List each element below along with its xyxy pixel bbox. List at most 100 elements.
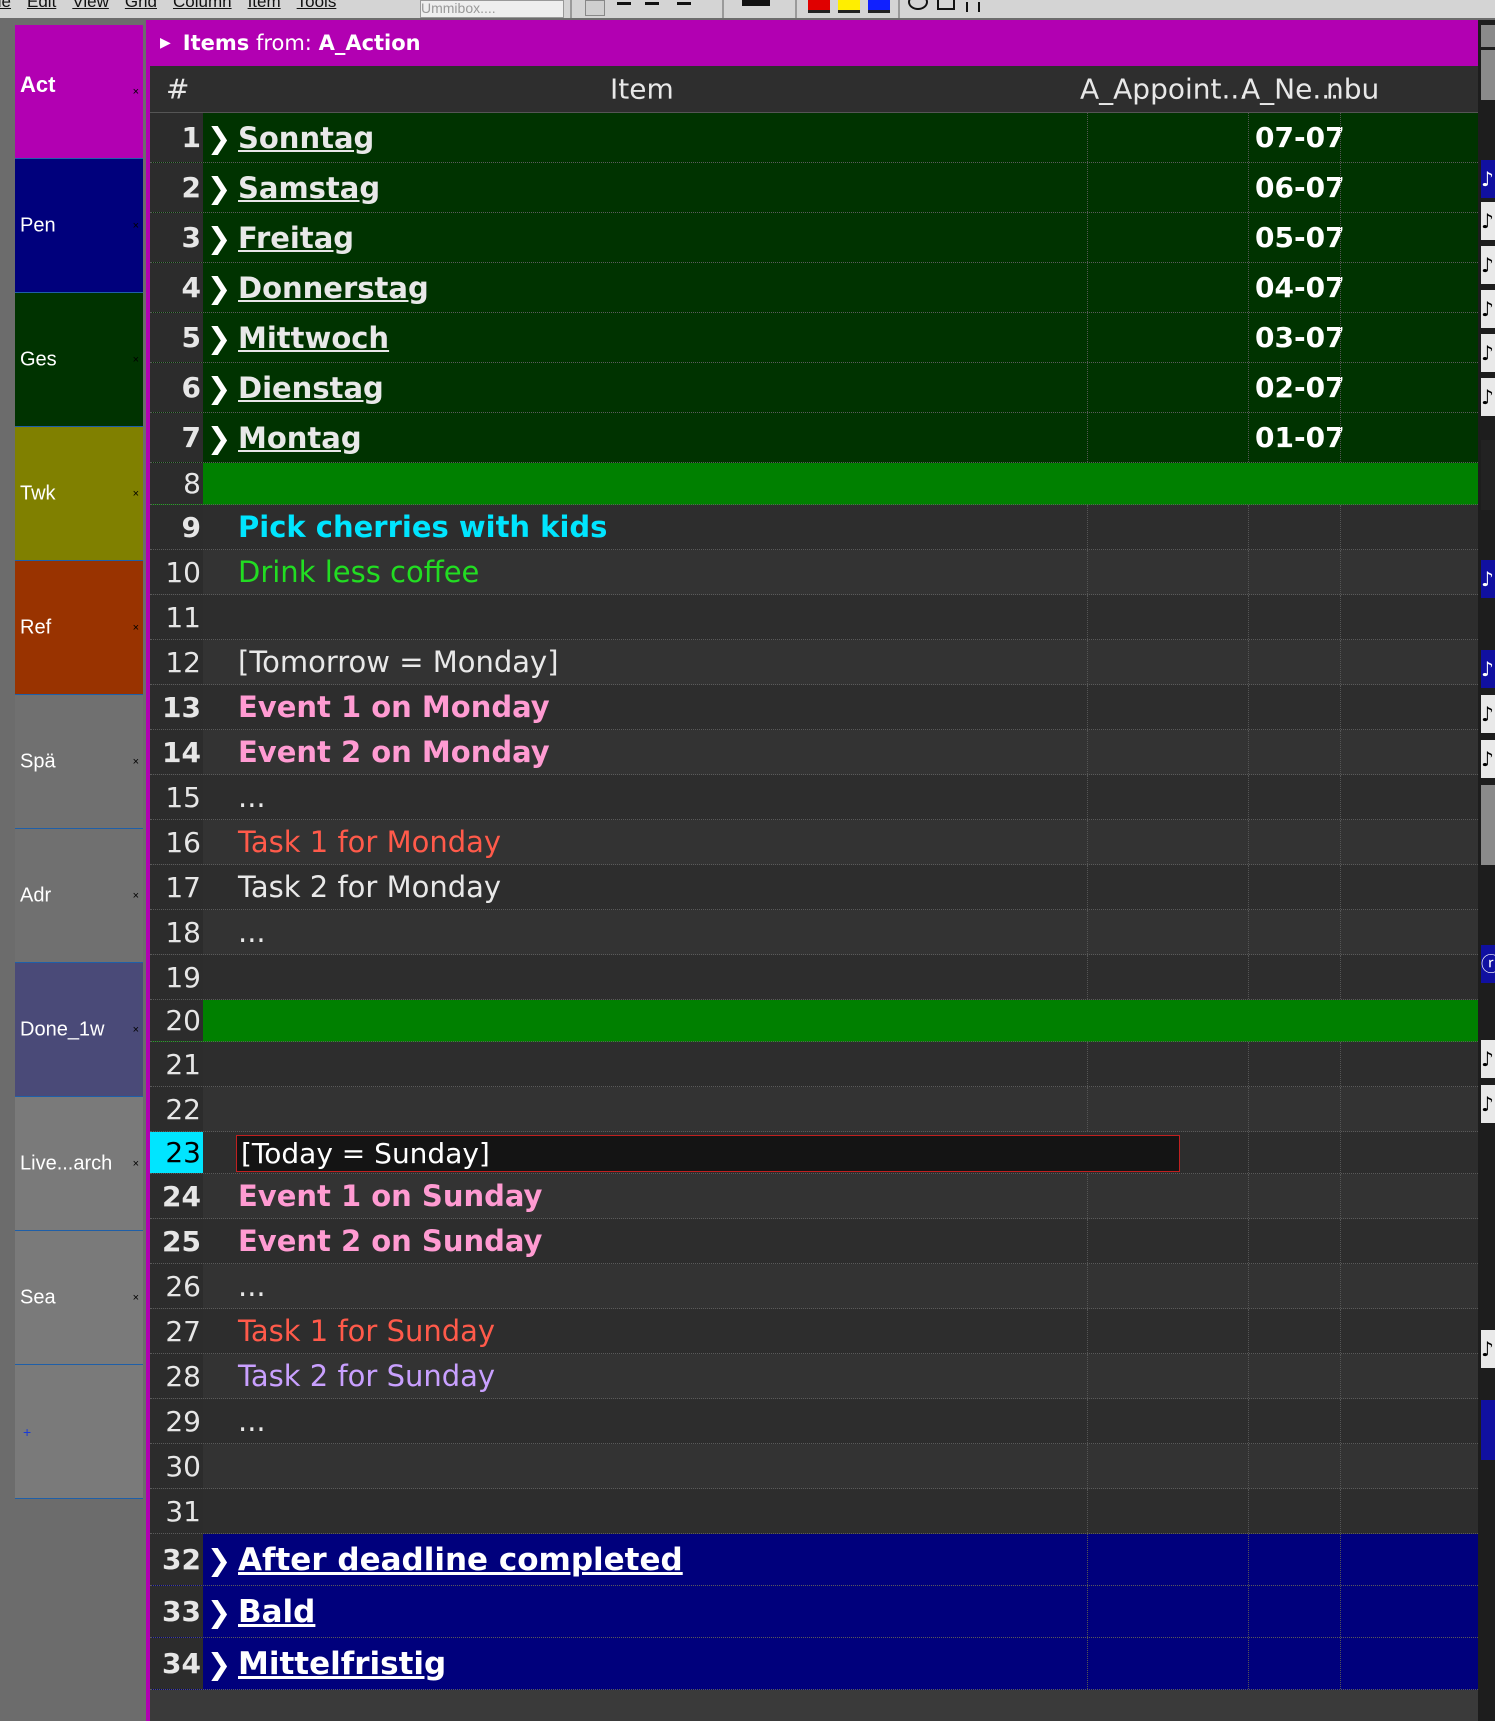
appoint-cell[interactable] [1088, 775, 1249, 819]
row-number[interactable]: 9 [150, 505, 203, 549]
tab-act[interactable]: Act × [15, 25, 143, 159]
close-icon[interactable]: × [133, 890, 139, 902]
row-number[interactable]: 32 [150, 1534, 203, 1585]
item-cell[interactable]: ❯ Dienstag [203, 363, 1088, 412]
row-number[interactable]: 18 [150, 910, 203, 954]
item-cell[interactable]: Event 1 on Sunday [203, 1174, 1088, 1218]
row-number[interactable]: 34 [150, 1638, 203, 1689]
appoint-cell[interactable] [1088, 1489, 1249, 1533]
nbu-cell[interactable] [1340, 1309, 1483, 1353]
table-row[interactable]: 1 ❯ Sonntag 07-07 [150, 113, 1482, 163]
nbu-cell[interactable] [1340, 363, 1483, 412]
appoint-cell[interactable] [1088, 910, 1249, 954]
col-header-appoint[interactable]: A_Appoint... [1080, 73, 1248, 106]
clock-icon[interactable] [908, 0, 928, 10]
table-row[interactable]: 28 Task 2 for Sunday [150, 1354, 1482, 1399]
menu-item-4[interactable]: Column [173, 0, 232, 11]
tab-sea[interactable]: Sea × [15, 1231, 143, 1365]
tab-ges[interactable]: Ges × [15, 293, 143, 427]
row-number[interactable]: 1 [150, 113, 203, 162]
table-row[interactable]: 15... [150, 775, 1482, 820]
table-row[interactable]: 27 Task 1 for Sunday [150, 1309, 1482, 1354]
row-number[interactable]: 33 [150, 1586, 203, 1637]
tab-live-arch[interactable]: Live...arch × [15, 1097, 143, 1231]
nbu-cell[interactable] [1340, 1399, 1483, 1443]
tab-pen[interactable]: Pen × [15, 159, 143, 293]
music-note-icon[interactable]: ♪ [1481, 1330, 1495, 1368]
appoint-cell[interactable] [1088, 595, 1249, 639]
item-cell[interactable]: ❯ Freitag [203, 213, 1088, 262]
close-icon[interactable]: × [133, 220, 139, 232]
nbu-cell[interactable] [1340, 595, 1483, 639]
appoint-cell[interactable] [1088, 213, 1249, 262]
text-color-red-icon[interactable] [808, 0, 830, 13]
ne-date-cell[interactable]: 02-07 [1249, 363, 1345, 412]
h-icon[interactable] [966, 2, 980, 12]
row-number[interactable]: 22 [150, 1087, 203, 1131]
ne-date-cell[interactable] [1249, 1309, 1345, 1353]
expand-chevron-icon[interactable]: ❯ [203, 271, 235, 305]
tab-ref[interactable]: Ref × [15, 561, 143, 695]
menu-item-3[interactable]: Grid [125, 0, 157, 11]
row-number[interactable]: 12 [150, 640, 203, 684]
tab-add[interactable]: + [15, 1365, 143, 1499]
expand-chevron-icon[interactable]: ❯ [203, 421, 235, 455]
nbu-cell[interactable] [1340, 213, 1483, 262]
row-number[interactable]: 30 [150, 1444, 203, 1488]
table-row[interactable]: 26... [150, 1264, 1482, 1309]
nbu-cell[interactable] [1340, 865, 1483, 909]
row-number[interactable]: 24 [150, 1174, 203, 1218]
nbu-cell[interactable] [1340, 113, 1483, 162]
appoint-cell[interactable] [1088, 505, 1249, 549]
nbu-cell[interactable] [1340, 163, 1483, 212]
item-cell[interactable] [203, 1000, 1087, 1041]
ne-date-cell[interactable] [1249, 1000, 1345, 1041]
appoint-cell[interactable] [1088, 1219, 1249, 1263]
close-icon[interactable]: × [133, 86, 139, 98]
ne-date-cell[interactable] [1249, 595, 1345, 639]
table-row[interactable]: 17 Task 2 for Monday [150, 865, 1482, 910]
item-cell[interactable] [203, 1489, 1088, 1533]
align-center-icon[interactable] [645, 2, 659, 5]
row-number[interactable]: 20 [150, 1000, 203, 1041]
close-icon[interactable]: × [133, 1292, 139, 1304]
col-header-ne[interactable]: A_Ne... [1241, 73, 1339, 106]
nbu-cell[interactable] [1340, 1444, 1483, 1488]
appoint-cell[interactable] [1088, 1638, 1249, 1689]
row-number[interactable]: 8 [150, 463, 203, 504]
row-number[interactable]: 23 [150, 1132, 203, 1173]
appoint-cell[interactable] [1088, 1000, 1248, 1041]
appoint-cell[interactable] [1088, 363, 1249, 412]
item-cell[interactable]: Event 2 on Sunday [203, 1219, 1088, 1263]
close-icon[interactable]: × [133, 1024, 139, 1036]
menu-item-5[interactable]: Item [248, 0, 281, 11]
music-note-icon[interactable]: ♪ [1481, 378, 1495, 416]
row-number[interactable]: 28 [150, 1354, 203, 1398]
expand-chevron-icon[interactable]: ❯ [203, 1543, 235, 1577]
close-icon[interactable]: × [133, 622, 139, 634]
music-note-icon[interactable]: ♪ [1481, 560, 1495, 598]
align-right-icon[interactable] [677, 2, 691, 5]
item-cell[interactable]: ❯ After deadline completed [203, 1534, 1088, 1585]
ne-date-cell[interactable] [1249, 1399, 1345, 1443]
right-scroll-strip[interactable]: ♪ ♪ ♪ ♪ ♪ ♪ ♪ ♪ ♪ ♪ ⓡ ♪ ♪ ♪ [1478, 20, 1495, 1721]
appoint-cell[interactable] [1088, 730, 1249, 774]
row-number[interactable]: 7 [150, 413, 203, 462]
table-row[interactable]: 14 Event 2 on Monday [150, 730, 1482, 775]
music-note-icon[interactable]: ♪ [1481, 1085, 1495, 1123]
table-row[interactable]: 11 [150, 595, 1482, 640]
align-left-icon[interactable] [617, 2, 631, 5]
item-cell[interactable] [203, 1087, 1088, 1131]
row-number[interactable]: 6 [150, 363, 203, 412]
col-header-nbu[interactable]: nbu [1326, 73, 1482, 106]
music-note-icon[interactable]: ♪ [1481, 740, 1495, 778]
row-number[interactable]: 25 [150, 1219, 203, 1263]
nbu-cell[interactable] [1340, 1087, 1483, 1131]
appoint-cell[interactable] [1088, 113, 1249, 162]
music-note-icon[interactable]: ♪ [1481, 1040, 1495, 1078]
table-row[interactable]: 5 ❯ Mittwoch 03-07 [150, 313, 1482, 363]
item-cell[interactable]: ... [203, 1264, 1088, 1308]
item-cell[interactable] [203, 595, 1088, 639]
appoint-cell[interactable] [1088, 955, 1249, 999]
row-number[interactable]: 14 [150, 730, 203, 774]
